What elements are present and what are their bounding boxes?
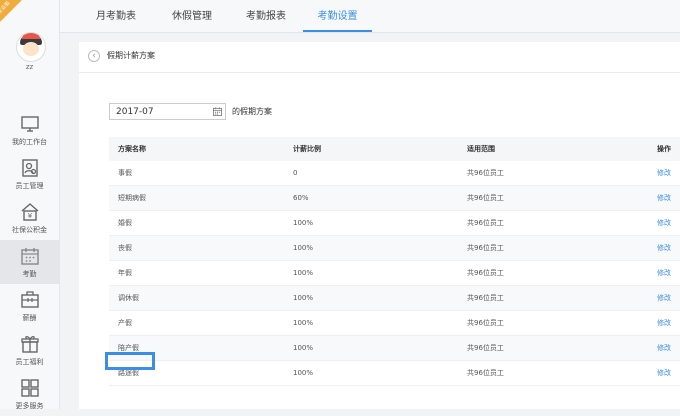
sidebar-item-salary[interactable]: 薪酬	[0, 284, 59, 328]
edit-link[interactable]: 修改	[657, 161, 671, 185]
cell-pay-ratio: 100%	[293, 244, 314, 252]
table-row: 陪产假 100% 共96位员工 修改	[109, 336, 680, 361]
page-title: 假期计薪方案	[107, 51, 155, 60]
sidebar-item-more-services[interactable]: 更多服务	[0, 372, 59, 416]
table-row: 婚假 100% 共96位员工 修改	[109, 211, 680, 236]
month-suffix-label: 的假期方案	[232, 107, 272, 116]
tab-attendance-report[interactable]: 考勤报表	[230, 0, 302, 32]
calendar-icon[interactable]	[213, 107, 222, 116]
panel-header: ‹ 假期计薪方案	[79, 42, 680, 73]
edit-link[interactable]: 修改	[657, 261, 671, 285]
cell-pay-ratio: 60%	[293, 194, 309, 202]
tab-leave-management[interactable]: 休假管理	[156, 0, 228, 32]
cell-plan-name: 年假	[118, 269, 132, 277]
column-header-name: 方案名称	[118, 145, 146, 153]
sidebar-item-attendance[interactable]: 考勤	[0, 240, 59, 284]
sidebar-item-welfare[interactable]: 员工福利	[0, 328, 59, 372]
cell-scope: 共96位员工	[467, 169, 504, 177]
employee-icon	[21, 159, 38, 177]
cell-scope: 共96位员工	[467, 294, 504, 302]
cell-pay-ratio: 100%	[293, 219, 314, 227]
corner-badge-label: 企业版	[0, 0, 12, 16]
sidebar-item-label: 员工管理	[15, 182, 44, 190]
cell-scope: 共96位员工	[467, 319, 504, 327]
column-header-action: 操作	[657, 145, 671, 153]
cell-scope: 共96位员工	[467, 269, 504, 277]
table-header-row: 方案名称 计薪比例 适用范围 操作	[109, 137, 680, 161]
sidebar-item-label: 考勤	[22, 270, 37, 278]
column-header-ratio: 计薪比例	[293, 145, 321, 153]
main-panel: ‹ 假期计薪方案 的假期方案 方案名称 计薪比例 适用范围 操作 事假 0 共96位…	[79, 42, 680, 409]
sidebar-item-social-security[interactable]: ¥ 社保公积金	[0, 196, 59, 240]
chevron-left-icon: ‹	[92, 51, 96, 61]
cell-pay-ratio: 100%	[293, 294, 314, 302]
cell-plan-name: 短期病假	[118, 194, 146, 202]
sidebar-item-label: 更多服务	[15, 402, 44, 410]
sidebar-item-label: 员工福利	[15, 358, 44, 366]
cell-plan-name: 调休假	[118, 294, 139, 302]
enterprise-corner-badge: 企业版	[0, 0, 22, 22]
calendar-icon	[20, 248, 39, 265]
cell-pay-ratio: 100%	[293, 319, 314, 327]
table-row: 产假 100% 共96位员工 修改	[109, 311, 680, 336]
cell-scope: 共96位员工	[467, 369, 504, 377]
edit-link[interactable]: 修改	[657, 361, 671, 385]
table-row: 短期病假 60% 共96位员工 修改	[109, 186, 680, 211]
username: zz	[25, 63, 34, 71]
tab-attendance-settings[interactable]: 考勤设置	[303, 0, 372, 32]
edit-link[interactable]: 修改	[657, 211, 671, 235]
top-tab-bar: 月考勤表 休假管理 考勤报表 考勤设置	[60, 0, 680, 33]
cell-scope: 共96位员工	[467, 219, 504, 227]
cell-pay-ratio: 100%	[293, 369, 314, 377]
cell-plan-name: 事假	[118, 169, 132, 177]
column-header-scope: 适用范围	[467, 145, 495, 153]
salary-icon	[20, 291, 39, 308]
month-picker[interactable]	[109, 103, 226, 120]
cell-plan-name: 丧假	[118, 244, 132, 252]
edit-link[interactable]: 修改	[657, 236, 671, 260]
svg-text:¥: ¥	[27, 212, 32, 220]
cell-pay-ratio: 0	[293, 169, 298, 177]
avatar[interactable]	[16, 32, 46, 62]
cell-scope: 共96位员工	[467, 344, 504, 352]
cell-plan-name: 婚假	[118, 219, 132, 227]
sidebar: 企业版 zz 我的工作台 员工管理 ¥ 社保公积金 考勤 薪酬 员工福利 更多服…	[0, 0, 60, 410]
cell-plan-name: 路途假	[118, 369, 139, 377]
cell-pay-ratio: 100%	[293, 269, 314, 277]
social-security-icon: ¥	[21, 203, 38, 221]
tab-monthly-attendance[interactable]: 月考勤表	[80, 0, 152, 32]
sidebar-item-label: 薪酬	[22, 314, 37, 322]
cell-plan-name: 产假	[118, 319, 132, 327]
sidebar-item-workbench[interactable]: 我的工作台	[0, 108, 59, 152]
cell-scope: 共96位员工	[467, 244, 504, 252]
monitor-icon	[20, 116, 39, 132]
sidebar-item-label: 我的工作台	[12, 138, 47, 146]
table-row: 路途假 100% 共96位员工 修改	[109, 361, 680, 386]
table-row: 调休假 100% 共96位员工 修改	[109, 286, 680, 311]
sidebar-item-employees[interactable]: 员工管理	[0, 152, 59, 196]
edit-link[interactable]: 修改	[657, 311, 671, 335]
cell-plan-name: 陪产假	[118, 344, 139, 352]
leave-pay-table: 方案名称 计薪比例 适用范围 操作 事假 0 共96位员工 修改 短期病假 60% 共96位…	[109, 137, 680, 386]
grid-icon	[20, 379, 39, 397]
month-input[interactable]	[110, 104, 210, 119]
cell-pay-ratio: 100%	[293, 344, 314, 352]
edit-link[interactable]: 修改	[657, 186, 671, 210]
table-row: 事假 0 共96位员工 修改	[109, 161, 680, 186]
back-button[interactable]: ‹	[88, 50, 100, 62]
edit-link[interactable]: 修改	[657, 286, 671, 310]
gift-icon	[20, 336, 39, 353]
sidebar-item-label: 社保公积金	[12, 226, 47, 234]
edit-link[interactable]: 修改	[657, 336, 671, 360]
table-row: 年假 100% 共96位员工 修改	[109, 261, 680, 286]
table-row: 丧假 100% 共96位员工 修改	[109, 236, 680, 261]
cell-scope: 共96位员工	[467, 194, 504, 202]
